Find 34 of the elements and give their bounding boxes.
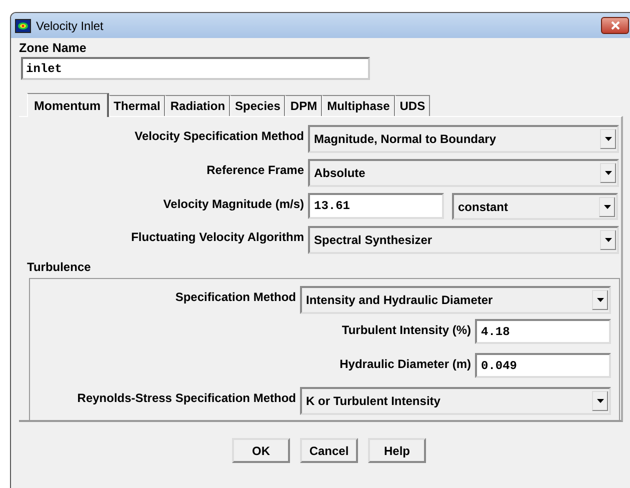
dropdown[interactable]: Absolute xyxy=(308,159,619,187)
dropdown[interactable]: Intensity and Hydraulic Diameter xyxy=(300,286,611,314)
dropdown[interactable]: K or Turbulent Intensity xyxy=(300,387,611,415)
dialog-button[interactable]: OK xyxy=(232,438,290,463)
tab[interactable]: Thermal xyxy=(108,95,166,116)
zone-name-label: Zone Name xyxy=(19,41,88,55)
window-title: Velocity Inlet xyxy=(36,18,104,32)
field-label: Hydraulic Diameter (m) xyxy=(340,356,472,373)
field-label: Fluctuating Velocity Algorithm xyxy=(130,229,305,244)
field-label: Reference Frame xyxy=(206,162,305,177)
field-label: Reynolds-Stress Specification Method xyxy=(76,390,297,407)
tab[interactable]: DPM xyxy=(285,95,322,116)
zone-name-field[interactable]: inlet xyxy=(21,57,370,80)
app-icon xyxy=(15,18,31,32)
number-field[interactable]: 13.61 xyxy=(308,193,444,219)
dropdown[interactable]: Spectral Synthesizer xyxy=(308,226,619,254)
tab[interactable]: Momentum xyxy=(27,93,109,117)
close-button[interactable] xyxy=(601,17,629,34)
tab[interactable]: Species xyxy=(230,95,286,116)
tab[interactable]: Radiation xyxy=(165,95,230,116)
dialog-button[interactable]: Help xyxy=(368,438,426,463)
field-label: Turbulent Intensity (%) xyxy=(342,322,472,339)
number-field[interactable]: 0.049 xyxy=(475,353,611,378)
field-label: Velocity Magnitude (m/s) xyxy=(162,196,305,211)
field-label: Specification Method xyxy=(174,289,297,306)
tab[interactable]: Multiphase xyxy=(322,95,395,116)
dropdown[interactable]: constant xyxy=(452,193,618,220)
dropdown[interactable]: Magnitude, Normal to Boundary xyxy=(308,125,619,153)
field-label: Velocity Specification Method xyxy=(134,128,305,143)
dialog-button[interactable]: Cancel xyxy=(300,438,358,463)
close-icon xyxy=(610,21,620,30)
tab[interactable]: UDS xyxy=(394,95,430,116)
number-field[interactable]: 4.18 xyxy=(475,319,611,344)
group-title: Turbulence xyxy=(27,260,92,274)
